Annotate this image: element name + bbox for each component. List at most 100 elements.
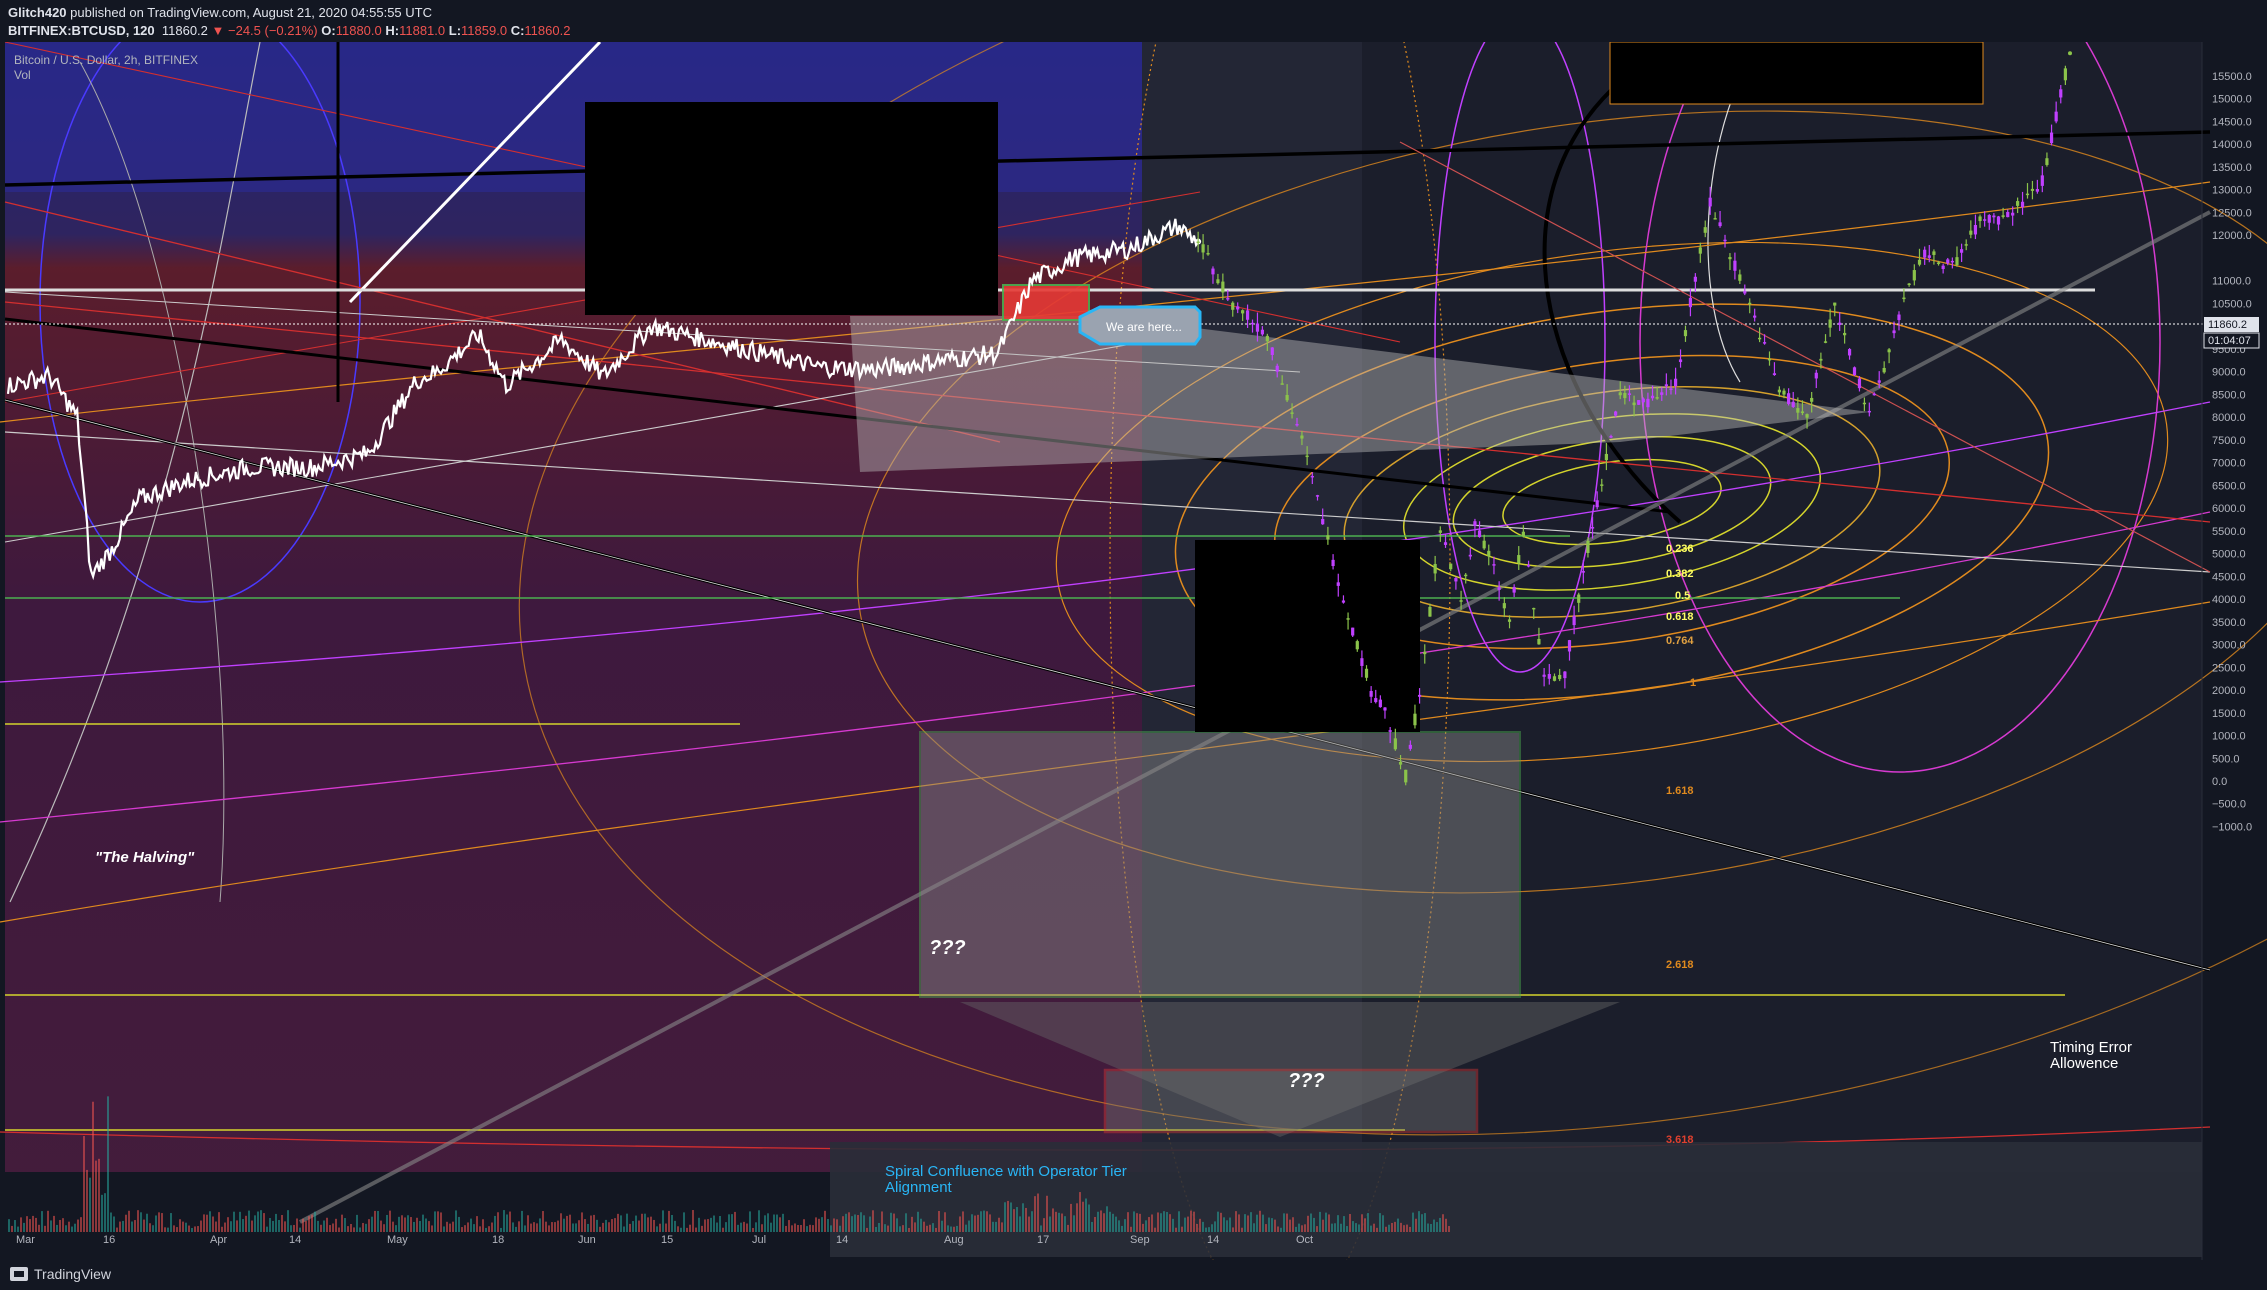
volume-bar	[512, 1222, 514, 1232]
projection-candle	[1872, 393, 1876, 396]
projection-candle	[1753, 315, 1757, 318]
projection-candle	[1364, 668, 1369, 678]
volume-bar	[581, 1212, 583, 1232]
spiral-annotation: Spiral Confluence with Operator Tier Ali…	[885, 1164, 1127, 1196]
projection-candle	[1632, 402, 1636, 406]
volume-bar	[632, 1221, 634, 1232]
volume-bar	[953, 1226, 955, 1232]
volume-bar	[653, 1219, 655, 1232]
projection-candle	[1923, 249, 1927, 258]
volume-bar	[230, 1221, 232, 1232]
volume-bar	[488, 1226, 490, 1232]
projection-candle	[1748, 302, 1752, 305]
volume-bar	[299, 1227, 301, 1232]
volume-bar	[809, 1224, 811, 1232]
projection-candle	[1637, 400, 1641, 405]
projection-candle	[1698, 247, 1702, 254]
volume-bar	[839, 1225, 841, 1232]
volume-bar	[665, 1223, 667, 1232]
volume-bar	[257, 1211, 259, 1232]
projection-candle	[1655, 397, 1659, 399]
volume-bar	[239, 1211, 241, 1232]
y-tick-label: 4500.0	[2212, 571, 2246, 583]
volume-bar	[353, 1227, 355, 1232]
projection-candle	[1738, 274, 1742, 281]
projection-candle	[1987, 215, 1991, 223]
volume-bar	[287, 1210, 289, 1232]
fib-label: 0.382	[1666, 568, 1694, 580]
projection-candle	[1586, 540, 1590, 554]
volume-bar	[740, 1222, 742, 1232]
volume-bar	[941, 1220, 943, 1232]
tradingview-logo[interactable]: TradingView	[10, 1266, 111, 1282]
volume-bar	[26, 1216, 28, 1232]
volume-bar	[920, 1218, 922, 1232]
publisher-name[interactable]: Glitch420	[8, 5, 67, 20]
volume-bar	[818, 1218, 820, 1232]
volume-bar	[92, 1101, 94, 1232]
volume-bar	[1106, 1206, 1108, 1232]
volume-bar	[887, 1225, 889, 1232]
projection-candle	[1206, 252, 1210, 255]
volume-bar	[1223, 1217, 1225, 1232]
volume-bar	[1256, 1214, 1258, 1232]
y-tick-label: 13500.0	[2212, 162, 2252, 174]
volume-bar	[1004, 1202, 1006, 1232]
volume-bar	[860, 1212, 862, 1232]
volume-bar	[1247, 1215, 1249, 1232]
volume-bar	[206, 1214, 208, 1232]
volume-bar	[428, 1221, 430, 1232]
volume-bar	[1265, 1224, 1267, 1232]
projection-candle	[1796, 408, 1800, 413]
volume-bar	[722, 1227, 724, 1232]
volume-bar	[431, 1225, 433, 1232]
volume-bar	[263, 1213, 265, 1232]
projection-candle	[1936, 262, 1941, 264]
projection-candle	[1833, 302, 1837, 306]
volume-bar	[1088, 1204, 1090, 1232]
volume-bar	[557, 1220, 559, 1232]
price-change: ▼ −24.5 (−0.21%)	[211, 23, 318, 38]
volume-bar	[1001, 1222, 1003, 1232]
volume-bar	[305, 1220, 307, 1232]
volume-bar	[356, 1214, 358, 1232]
projection-candle	[1847, 349, 1852, 356]
projection-candle	[1927, 255, 1931, 258]
volume-bar	[536, 1223, 538, 1232]
volume-bar	[203, 1214, 205, 1232]
volume-bar	[590, 1215, 592, 1232]
price-chart[interactable]: 15500.015000.014500.014000.013500.013000…	[0, 42, 2267, 1260]
volume-bar	[974, 1215, 976, 1232]
volume-bar	[692, 1210, 694, 1232]
projection-candle	[1413, 713, 1417, 726]
volume-bar	[65, 1225, 67, 1232]
projection-candle	[1542, 674, 1546, 677]
projection-candle	[2045, 158, 2049, 165]
projection-candle	[1433, 563, 1437, 574]
volume-bar	[596, 1219, 598, 1232]
projection-candle	[1703, 227, 1707, 233]
volume-bar	[467, 1222, 469, 1232]
volume-bar	[392, 1221, 394, 1232]
chart-header: Glitch420 published on TradingView.com, …	[0, 0, 2267, 42]
y-axis[interactable]: 15500.0 15000.0 14500.0 14000.0 13500.0 13000…	[2212, 71, 2252, 833]
volume-bar	[461, 1227, 463, 1232]
open-label: O:	[321, 23, 336, 38]
y-tick-label: 3000.0	[2212, 640, 2246, 652]
volume-bar	[20, 1217, 22, 1232]
volume-bar	[827, 1218, 829, 1232]
projection-candle	[1791, 401, 1795, 407]
volume-bar	[293, 1224, 295, 1232]
volume-bar	[701, 1225, 703, 1232]
volume-bar	[1157, 1212, 1159, 1232]
volume-bar	[332, 1223, 334, 1232]
projection-candle	[1226, 298, 1230, 300]
x-tick-label: 14	[836, 1234, 848, 1246]
volume-bar	[1202, 1221, 1204, 1232]
volume-bar	[152, 1225, 154, 1232]
volume-bar	[269, 1218, 271, 1232]
volume-bar	[1274, 1219, 1276, 1232]
volume-bar	[683, 1212, 685, 1232]
volume-bar	[1262, 1214, 1264, 1232]
volume-bar	[527, 1215, 529, 1232]
